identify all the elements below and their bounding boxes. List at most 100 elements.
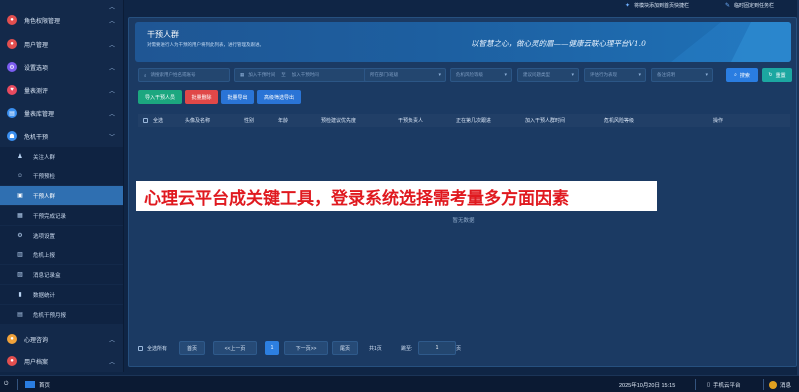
taskbar-home-button[interactable]: 首页 xyxy=(25,376,50,392)
search-icon: ⌕ xyxy=(144,72,147,78)
risk-level-select[interactable]: 危机风险等级 ▾ xyxy=(450,68,512,82)
col-priority: 预检建议优先度 xyxy=(321,118,357,124)
col-gender: 性别 xyxy=(244,118,255,124)
chevron-up-icon: ︿ xyxy=(108,360,115,366)
table-header: 全选 头像及名称 性别 年龄 预检建议优先度 干预负责人 正在第几次跟进 加入干… xyxy=(138,114,790,127)
people-icon: ♟ xyxy=(17,154,23,160)
pin-to-taskbar-link[interactable]: ✎ 临时固定到任务栏 xyxy=(725,0,774,10)
page-1-button[interactable]: 1 xyxy=(265,341,279,355)
power-icon[interactable]: ⏻ xyxy=(4,376,8,392)
report-icon: ▥ xyxy=(17,252,23,258)
name-search-input[interactable]: ⌕ 请搜索用户姓名或账号 xyxy=(138,68,230,82)
batch-export-button[interactable]: 批量导出 xyxy=(221,90,254,104)
sidebar-item-settings[interactable]: ⚙ 设置选项 ︿ xyxy=(0,56,123,78)
sidebar-item-crisis[interactable]: ☗ 危机干预 ﹀ xyxy=(0,125,123,147)
sidebar-sub-item-stats[interactable]: ▮ 数据统计 xyxy=(0,285,123,304)
dept-placeholder: 所在部门/班级 xyxy=(370,72,399,77)
next-page-button[interactable]: 下一页>> xyxy=(284,341,328,355)
pin-icon: ✦ xyxy=(625,2,631,9)
suggest-type-placeholder: 建议问题类型 xyxy=(523,72,550,77)
select-all-pages-checkbox[interactable] xyxy=(138,346,143,351)
add-to-home-link[interactable]: ✦ 将模块添加到首页快捷栏 xyxy=(625,0,689,10)
reset-button[interactable]: ↻ 重置 xyxy=(762,68,792,82)
sidebar-item-label: 角色权限管理 xyxy=(24,18,61,25)
taskbar-datetime: 2025年10月20日 15:15 xyxy=(619,382,676,389)
col-actions: 操作 xyxy=(713,118,724,124)
sidebar-sub-item-options[interactable]: ⚙ 选项设置 xyxy=(0,226,123,245)
settings-icon: ⚙ xyxy=(7,62,17,72)
page-unit-text: 页 xyxy=(456,346,462,352)
jump-page-input[interactable]: 1 xyxy=(418,341,456,355)
sidebar-item-users[interactable]: ● 用户管理 ︿ xyxy=(0,33,123,55)
reset-button-label: 重置 xyxy=(775,72,786,79)
role-icon: ● xyxy=(7,15,17,25)
date-range-input[interactable]: ▦ 加入干预时间 至 加入干预时间 xyxy=(234,68,370,82)
sidebar: ︿ ● 角色权限管理 ︿ ● 用户管理 ︿ ⚙ 设置选项 ︿ ♥ 量表测评 ︿ … xyxy=(0,0,124,372)
sidebar-sub-item-intervene[interactable]: ▣ 干预人群 xyxy=(0,186,123,205)
last-page-button[interactable]: 尾页 xyxy=(332,341,358,355)
batch-delete-button[interactable]: 批量删除 xyxy=(185,90,218,104)
filter-bar: ⌕ 请搜索用户姓名或账号 ▦ 加入干预时间 至 加入干预时间 所在部门/班级 ▾… xyxy=(138,68,792,82)
search-icon: ⌕ xyxy=(734,72,737,78)
search-button[interactable]: ⌕ 搜索 xyxy=(726,68,758,82)
chevron-up-icon: ︿ xyxy=(108,43,115,49)
suggest-type-select[interactable]: 建议问题类型 ▾ xyxy=(517,68,579,82)
sidebar-sub-item-monthly[interactable]: ▤ 危机干预月报 xyxy=(0,305,123,324)
search-button-label: 搜索 xyxy=(739,72,750,79)
sidebar-sub-label: 消息记录盒 xyxy=(33,272,61,279)
app-root: ︿ ● 角色权限管理 ︿ ● 用户管理 ︿ ⚙ 设置选项 ︿ ♥ 量表测评 ︿ … xyxy=(0,0,799,392)
message-box-icon: ▨ xyxy=(17,272,23,278)
taskbar-home-label: 首页 xyxy=(39,382,51,389)
overlay-caption-box: 心理云平台成关键工具，登录系统选择需考量多方面因素 xyxy=(136,181,657,211)
consult-icon: ● xyxy=(7,334,17,344)
sidebar-item-consult[interactable]: ● 心理咨询 ︿ xyxy=(0,328,123,350)
message-button[interactable]: 消息 xyxy=(769,376,791,392)
chevron-up-icon: ︿ xyxy=(108,66,115,72)
stats-icon: ▮ xyxy=(18,292,22,298)
option-gear-icon: ⚙ xyxy=(17,233,23,239)
select-all-checkbox[interactable] xyxy=(143,118,148,123)
sidebar-sub-item-attention[interactable]: ♟ 关注人群 xyxy=(0,147,123,166)
sidebar-item-scale-test[interactable]: ♥ 量表测评 ︿ xyxy=(0,79,123,101)
chevron-up-icon: ︿ xyxy=(108,112,115,118)
record-icon: ▦ xyxy=(17,213,23,219)
scale-test-icon: ♥ xyxy=(7,85,17,95)
chevron-down-icon: ﹀ xyxy=(108,135,115,141)
sidebar-item-label: 用户档案 xyxy=(24,359,49,366)
sidebar-sub-label: 数据统计 xyxy=(33,292,56,299)
pin-to-taskbar-label: 临时固定到任务栏 xyxy=(734,2,775,9)
bell-icon xyxy=(769,380,777,389)
sidebar-sub-item-messages[interactable]: ▨ 消息记录盒 xyxy=(0,265,123,284)
sidebar-item-scale-library[interactable]: ▤ 量表库管理 ︿ xyxy=(0,102,123,124)
advanced-export-button[interactable]: 高级筛选导出 xyxy=(257,90,301,104)
sidebar-sub-label: 危机干预月报 xyxy=(33,312,67,319)
sidebar-sub-item-record[interactable]: ▦ 干预完成记录 xyxy=(0,206,123,225)
prev-page-button[interactable]: <<上一页 xyxy=(213,341,257,355)
sidebar-sub-label: 干预完成记录 xyxy=(33,213,67,220)
sidebar-item-archive[interactable]: ● 用户档案 ︿ xyxy=(0,350,123,372)
total-pages-text: 共1页 xyxy=(369,346,382,352)
taskbar-divider xyxy=(17,379,18,390)
sidebar-item-role[interactable]: ● 角色权限管理 ︿ xyxy=(0,9,123,31)
sidebar-sub-label: 干预预检 xyxy=(33,173,56,180)
mobile-platform-button[interactable]: ▯ 手机云平台 xyxy=(707,376,741,392)
jump-label: 跳至: xyxy=(401,346,413,352)
status-select[interactable]: 备注说明 ▾ xyxy=(651,68,713,82)
top-strip xyxy=(128,0,799,12)
col-followup: 正在第几次跟进 xyxy=(456,118,492,124)
sidebar-sub-item-report[interactable]: ▥ 危机上报 xyxy=(0,245,123,264)
first-page-button[interactable]: 首页 xyxy=(179,341,205,355)
page-description: 对需要进行人为干预的用户将列此列表，进行管理及跟进。 xyxy=(147,42,264,47)
sidebar-item-label: 用户管理 xyxy=(24,42,49,49)
chevron-down-icon: ▾ xyxy=(504,72,507,78)
col-age: 年龄 xyxy=(278,118,289,124)
sidebar-sub-item-precheck[interactable]: ☺ 干预预检 xyxy=(0,166,123,185)
status-placeholder: 备注说明 xyxy=(657,72,675,77)
method-select[interactable]: 评估行为表现 ▾ xyxy=(584,68,646,82)
dept-select[interactable]: 所在部门/班级 ▾ xyxy=(364,68,446,82)
sidebar-item-label: 量表库管理 xyxy=(24,111,55,118)
page-banner: 干预人群 对需要进行人为干预的用户将列此列表，进行管理及跟进。 以智慧之心，做心… xyxy=(135,22,791,62)
user-icon: ● xyxy=(7,39,17,49)
import-button[interactable]: 导入干预人员 xyxy=(138,90,182,104)
chevron-down-icon: ▾ xyxy=(638,72,641,78)
